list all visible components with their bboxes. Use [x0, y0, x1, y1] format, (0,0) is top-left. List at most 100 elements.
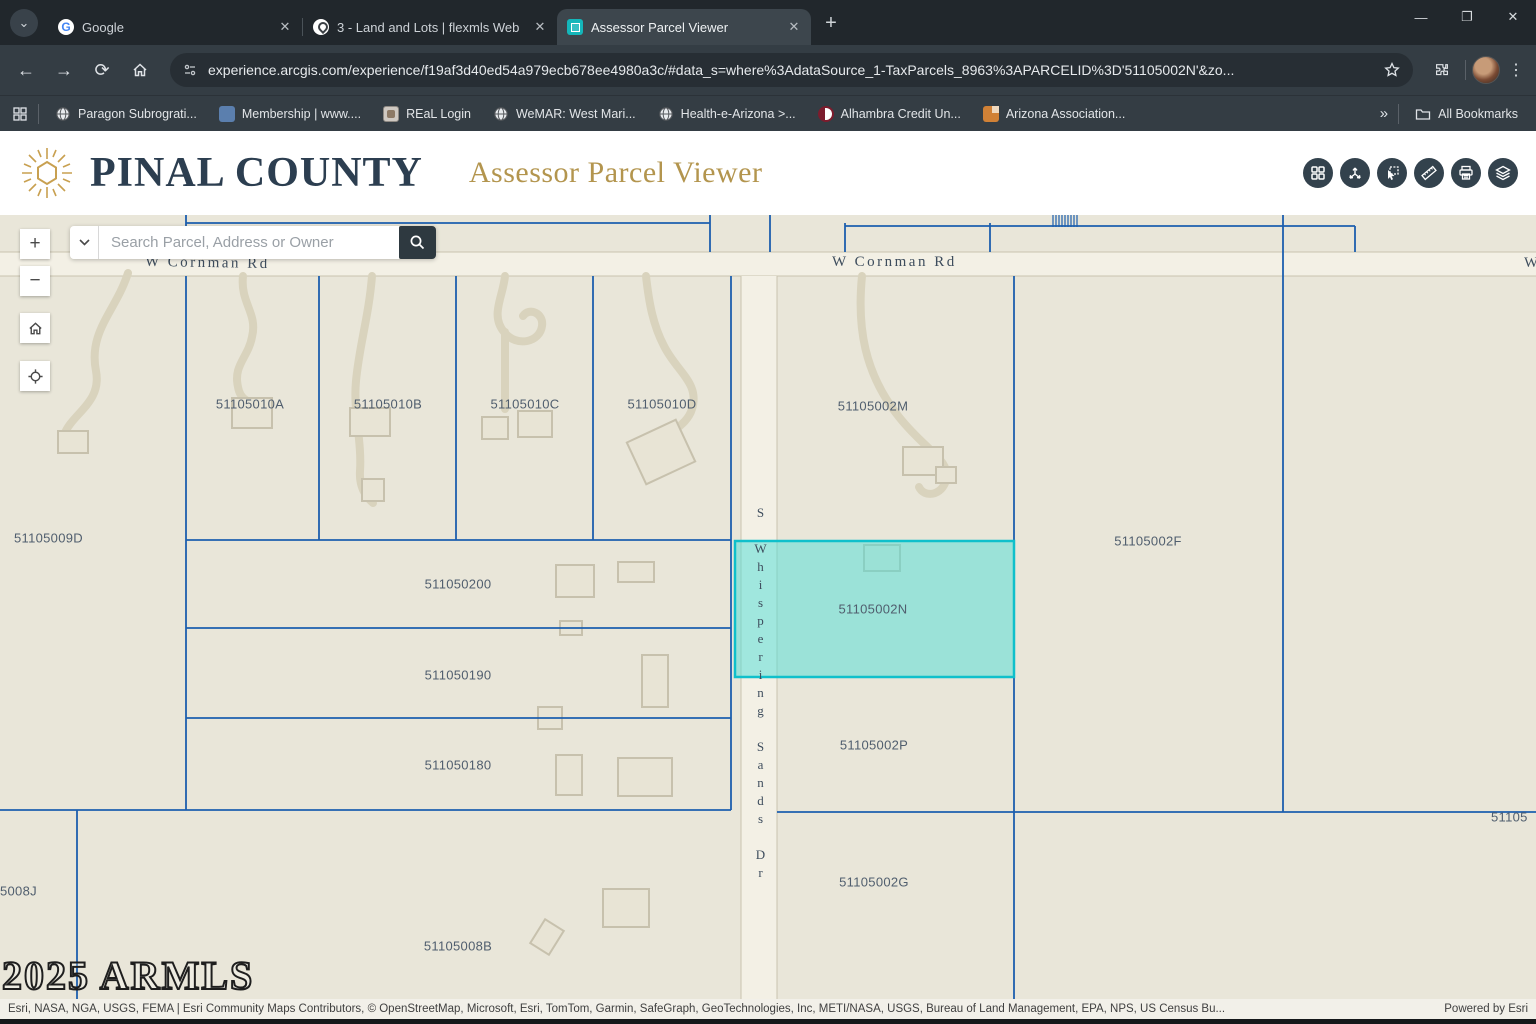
bookmark-label: WeMAR: West Mari... [516, 107, 636, 121]
parcel-label: 51105008B [424, 939, 492, 954]
coordinates-button[interactable] [1340, 158, 1370, 188]
blue-square-icon [219, 106, 235, 122]
photo-icon [383, 106, 399, 122]
parcel-label: 51105002M [838, 399, 908, 414]
bookmark-alhambra[interactable]: Alhambra Credit Un... [812, 103, 967, 125]
tab-strip: ⌄ G Google ✕ 3 - Land and Lots | flexmls… [0, 0, 1536, 45]
window-bottom-edge [0, 1019, 1536, 1024]
tab-title: Assessor Parcel Viewer [591, 20, 777, 35]
default-extent-button[interactable] [20, 313, 50, 343]
close-button[interactable]: ✕ [1490, 0, 1536, 34]
bookmark-label: Health-e-Arizona >... [681, 107, 796, 121]
parcel-label: 51105010D [628, 397, 697, 412]
parcel-label: 511050180 [425, 758, 492, 773]
parcel-label: 51105010C [491, 397, 560, 412]
parcel-label: 51105009D [14, 531, 83, 546]
map-tools [1303, 158, 1518, 188]
bookmark-label: REaL Login [406, 107, 471, 121]
new-tab-button[interactable]: + [817, 9, 845, 37]
zoom-out-button[interactable]: − [20, 266, 50, 296]
parcel-label: 511050200 [425, 577, 492, 592]
search-source-dropdown[interactable] [70, 226, 99, 259]
puzzle-icon [1434, 61, 1452, 79]
url-text: experience.arcgis.com/experience/f19af3d… [208, 62, 1373, 78]
tab-flexmls[interactable]: 3 - Land and Lots | flexmls Web ✕ [303, 9, 557, 45]
app-title: Assessor Parcel Viewer [469, 156, 763, 190]
tab-google[interactable]: G Google ✕ [48, 9, 302, 45]
bookmark-label: Alhambra Credit Un... [841, 107, 961, 121]
parcel-label: 51105010A [216, 397, 284, 412]
reload-button[interactable]: ⟳ [86, 54, 118, 86]
tab-close-icon[interactable]: ✕ [276, 18, 294, 36]
locate-icon [27, 368, 44, 385]
parcel-label: 51105010B [354, 397, 422, 412]
globe-icon [493, 106, 509, 122]
minimize-button[interactable]: — [1398, 0, 1444, 34]
tab-title: 3 - Land and Lots | flexmls Web [337, 20, 523, 35]
bookmark-wemar[interactable]: WeMAR: West Mari... [487, 103, 642, 125]
zoom-in-button[interactable]: + [20, 229, 50, 259]
bookmark-membership[interactable]: Membership | www.... [213, 103, 367, 125]
bookmark-arizona-association[interactable]: Arizona Association... [977, 103, 1132, 125]
search-icon [409, 234, 426, 251]
parcel-label: 51105002P [840, 738, 908, 753]
bookmark-label: Membership | www.... [242, 107, 361, 121]
site-info-icon[interactable] [182, 62, 198, 78]
bookmark-health-e-arizona[interactable]: Health-e-Arizona >... [652, 103, 802, 125]
parcel-label: 51105002F [1114, 534, 1182, 549]
forward-button[interactable]: → [48, 54, 80, 86]
layers-icon [1495, 165, 1511, 181]
tab-search-button[interactable]: ⌄ [10, 9, 38, 37]
restore-button[interactable]: ❐ [1444, 0, 1490, 34]
bookmarks-separator [38, 104, 39, 124]
assessor-favicon-icon [567, 19, 583, 35]
measure-button[interactable] [1414, 158, 1444, 188]
tab-close-icon[interactable]: ✕ [531, 18, 549, 36]
bookmark-paragon[interactable]: Paragon Subrograti... [49, 103, 203, 125]
toolbar-separator [1465, 60, 1466, 80]
parcel-map[interactable]: W Cornman Rd W Cornman Rd W S Whispering… [0, 215, 1536, 1024]
flexmls-pin-favicon-icon [313, 19, 329, 35]
armls-watermark: 2025 ARMLS [2, 952, 254, 999]
browser-menu-button[interactable]: ⋮ [1506, 60, 1526, 80]
tab-close-icon[interactable]: ✕ [785, 18, 803, 36]
basemap-gallery-button[interactable] [1303, 158, 1333, 188]
url-bar[interactable]: experience.arcgis.com/experience/f19af3d… [170, 53, 1413, 87]
road-label-cornman-right: W Cornman Rd [832, 254, 957, 271]
tab-assessor-parcel-viewer[interactable]: Assessor Parcel Viewer ✕ [557, 9, 811, 45]
apps-grid-icon[interactable] [12, 106, 28, 122]
attribution-text: Esri, NASA, NGA, USGS, FEMA | Esri Commu… [8, 1003, 1418, 1015]
bookmark-star-icon[interactable] [1383, 61, 1401, 79]
home-icon [131, 61, 149, 79]
bookmarks-overflow-button[interactable]: » [1380, 105, 1388, 122]
bookmarks-bar: Paragon Subrograti... Membership | www..… [0, 95, 1536, 131]
hatch-ticks [1053, 215, 1077, 227]
parcel-label: 5008J [0, 884, 37, 899]
pinal-county-logo-icon [18, 144, 76, 202]
bookmarks-separator [1398, 104, 1399, 124]
powered-by-esri: Powered by Esri [1444, 1003, 1528, 1015]
folder-icon [1415, 106, 1431, 122]
bookmark-real-login[interactable]: REaL Login [377, 103, 477, 125]
profile-avatar[interactable] [1472, 56, 1500, 84]
home-extent-icon [27, 320, 44, 337]
tab-title: Google [82, 20, 268, 35]
bookmark-label: Paragon Subrograti... [78, 107, 197, 121]
home-button[interactable] [124, 54, 156, 86]
layers-button[interactable] [1488, 158, 1518, 188]
select-button[interactable] [1377, 158, 1407, 188]
search-button[interactable] [399, 226, 436, 259]
orange-book-icon [983, 106, 999, 122]
grid-icon [1310, 165, 1326, 181]
extensions-button[interactable] [1427, 54, 1459, 86]
globe-icon [55, 106, 71, 122]
select-cursor-icon [1384, 165, 1400, 181]
axes-icon [1347, 165, 1363, 181]
parcel-label: 51105002G [839, 875, 909, 890]
my-location-button[interactable] [20, 361, 50, 391]
parcel-label: 51105002N [839, 602, 908, 617]
search-input[interactable] [99, 226, 399, 259]
back-button[interactable]: ← [10, 54, 42, 86]
all-bookmarks-button[interactable]: All Bookmarks [1409, 103, 1524, 125]
print-button[interactable] [1451, 158, 1481, 188]
